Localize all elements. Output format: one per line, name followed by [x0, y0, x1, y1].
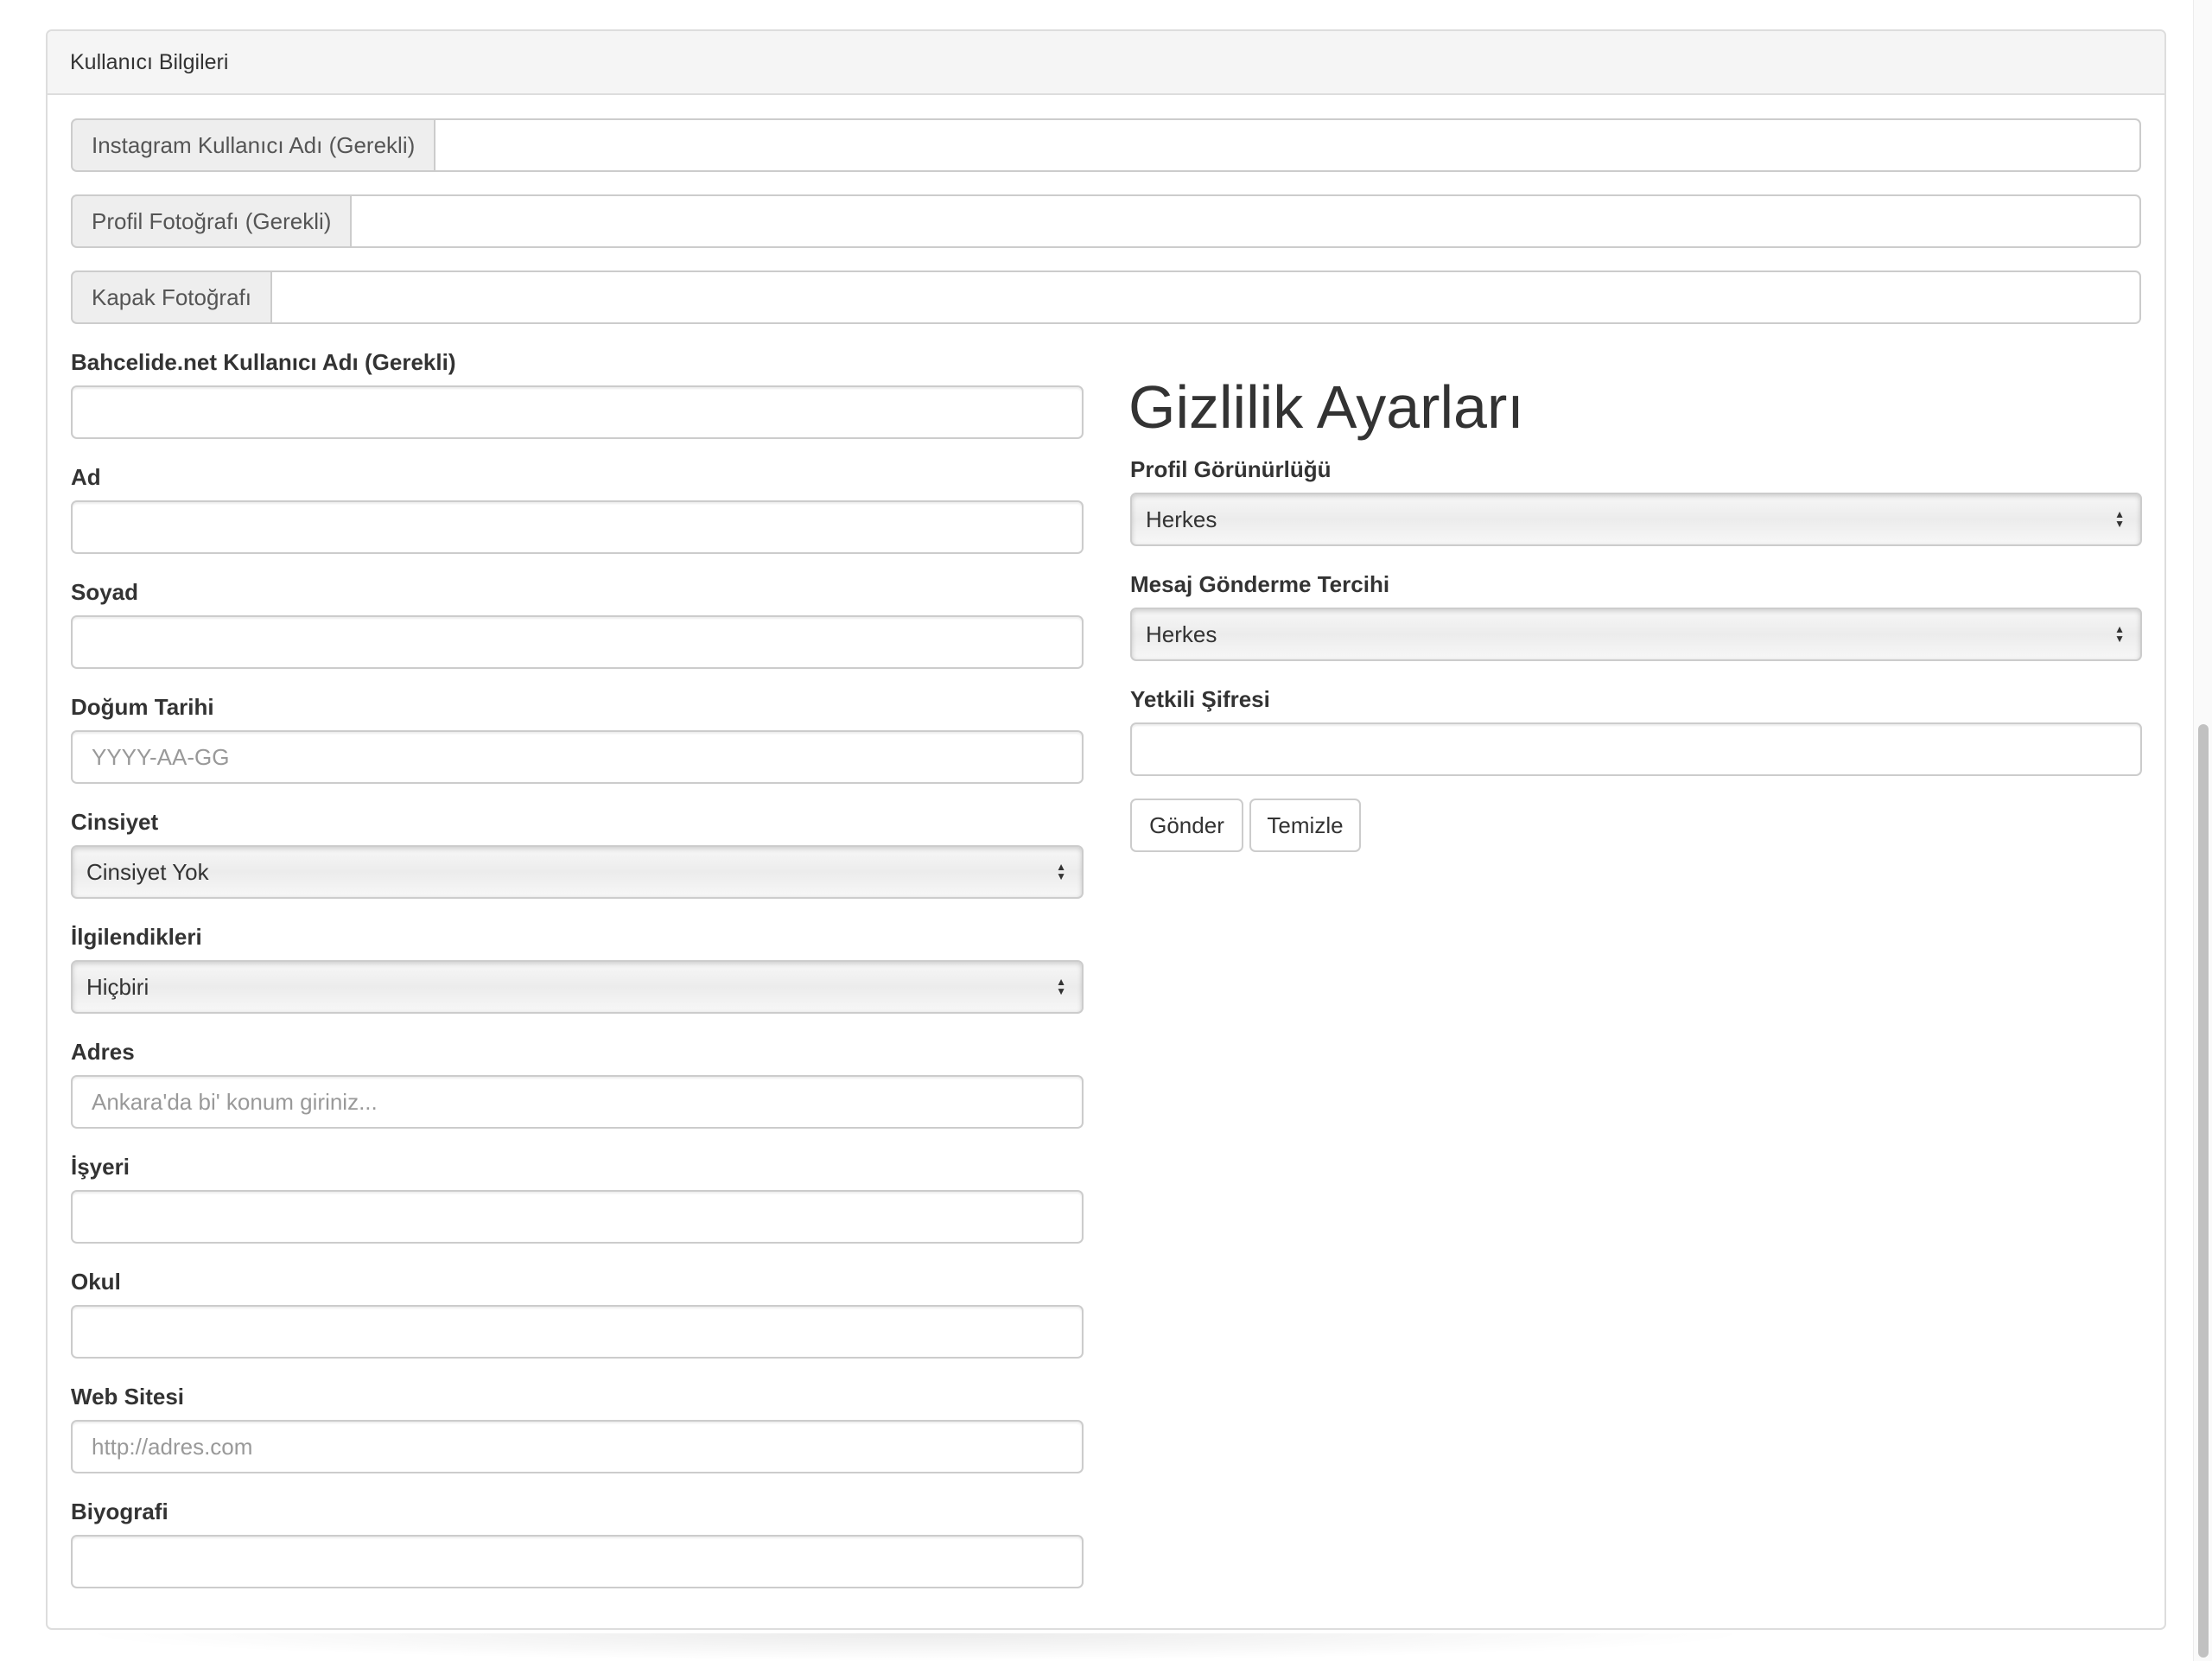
privacy-settings-heading: Gizlilik Ayarları	[1128, 373, 1524, 441]
instagram-input-group: Instagram Kullanıcı Adı (Gerekli)	[71, 118, 2141, 172]
gender-select[interactable]: Cinsiyet Yok ▲ ▼	[71, 845, 1084, 899]
user-info-panel: Kullanıcı Bilgileri Instagram Kullanıcı …	[46, 29, 2166, 1630]
interests-select-value: Hiçbiri	[86, 973, 149, 1000]
message-preference-label: Mesaj Gönderme Tercihi	[1130, 571, 1390, 597]
scrollbar-track[interactable]	[2193, 0, 2212, 1661]
website-label: Web Sitesi	[71, 1384, 185, 1410]
instagram-username-input[interactable]	[434, 118, 2141, 172]
instagram-addon: Instagram Kullanıcı Adı (Gerekli)	[71, 118, 435, 172]
select-arrows-icon: ▲ ▼	[1056, 976, 1066, 997]
clear-button[interactable]: Temizle	[1249, 799, 1361, 852]
submit-button[interactable]: Gönder	[1130, 799, 1243, 852]
select-arrows-icon: ▲ ▼	[2114, 508, 2125, 530]
profile-visibility-label: Profil Görünürlüğü	[1130, 456, 1332, 482]
address-input[interactable]	[71, 1075, 1084, 1129]
message-preference-select[interactable]: Herkes ▲ ▼	[1130, 608, 2142, 661]
birth-date-input[interactable]	[71, 730, 1084, 784]
profile-photo-input-group: Profil Fotoğrafı (Gerekli)	[71, 194, 2141, 248]
panel-heading: Kullanıcı Bilgileri	[48, 31, 2164, 95]
select-arrows-icon: ▲ ▼	[1056, 861, 1066, 882]
profile-photo-input[interactable]	[350, 194, 2141, 248]
bottom-shadow	[69, 1633, 1763, 1661]
website-input[interactable]	[71, 1420, 1084, 1473]
profile-visibility-value: Herkes	[1146, 506, 1217, 532]
last-name-input[interactable]	[71, 615, 1084, 669]
admin-password-label: Yetkili Şifresi	[1130, 686, 1270, 712]
cover-photo-input[interactable]	[270, 270, 2141, 324]
biography-label: Biyografi	[71, 1499, 168, 1524]
select-arrows-icon: ▲ ▼	[2114, 623, 2125, 645]
workplace-label: İşyeri	[71, 1154, 130, 1180]
username-label: Bahcelide.net Kullanıcı Adı (Gerekli)	[71, 349, 456, 375]
cover-photo-input-group: Kapak Fotoğrafı	[71, 270, 2141, 324]
username-input[interactable]	[71, 385, 1084, 439]
birth-date-label: Doğum Tarihi	[71, 694, 214, 720]
interests-select[interactable]: Hiçbiri ▲ ▼	[71, 960, 1084, 1014]
school-label: Okul	[71, 1269, 121, 1295]
gender-select-value: Cinsiyet Yok	[86, 858, 209, 885]
biography-input[interactable]	[71, 1535, 1084, 1588]
gender-label: Cinsiyet	[71, 809, 159, 835]
school-input[interactable]	[71, 1305, 1084, 1359]
panel-title: Kullanıcı Bilgileri	[70, 49, 229, 74]
first-name-label: Ad	[71, 464, 101, 490]
interests-label: İlgilendikleri	[71, 924, 202, 950]
first-name-input[interactable]	[71, 500, 1084, 554]
address-label: Adres	[71, 1039, 135, 1065]
last-name-label: Soyad	[71, 579, 139, 605]
admin-password-input[interactable]	[1130, 722, 2142, 776]
scrollbar-thumb[interactable]	[2198, 724, 2209, 1658]
profile-photo-addon: Profil Fotoğrafı (Gerekli)	[71, 194, 351, 248]
message-preference-value: Herkes	[1146, 620, 1217, 647]
workplace-input[interactable]	[71, 1190, 1084, 1244]
cover-photo-addon: Kapak Fotoğrafı	[71, 270, 270, 324]
profile-visibility-select[interactable]: Herkes ▲ ▼	[1130, 493, 2142, 546]
